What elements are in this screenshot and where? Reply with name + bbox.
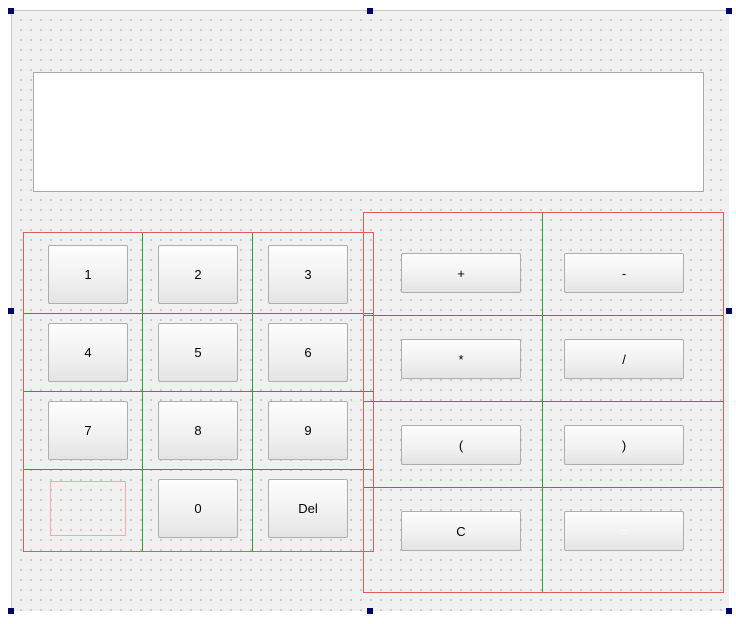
- selection-handle-bottom-right[interactable]: [726, 608, 732, 614]
- digit-7-button[interactable]: 7: [48, 401, 128, 460]
- equals-button[interactable]: =: [564, 511, 684, 551]
- digit-grid-col-divider-1: [142, 233, 143, 551]
- digit-grid-row-divider-1: [24, 313, 373, 314]
- display-field[interactable]: [33, 72, 704, 192]
- selection-handle-bottom-left[interactable]: [8, 608, 14, 614]
- digit-4-button[interactable]: 4: [48, 323, 128, 382]
- open-paren-button[interactable]: (: [401, 425, 521, 465]
- digit-6-button[interactable]: 6: [268, 323, 348, 382]
- operator-grid-row-divider-1: [364, 315, 723, 316]
- empty-cell-spacer: [50, 481, 126, 536]
- selection-handle-middle-right[interactable]: [726, 308, 732, 314]
- digit-grid-row-divider-2: [24, 391, 373, 392]
- digit-grid-col-divider-2: [252, 233, 253, 551]
- digit-2-button[interactable]: 2: [158, 245, 238, 304]
- plus-button[interactable]: +: [401, 253, 521, 293]
- digit-8-button[interactable]: 8: [158, 401, 238, 460]
- selection-handle-middle-left[interactable]: [8, 308, 14, 314]
- clear-button[interactable]: C: [401, 511, 521, 551]
- digit-1-button[interactable]: 1: [48, 245, 128, 304]
- selection-handle-bottom-center[interactable]: [367, 608, 373, 614]
- selection-handle-top-center[interactable]: [367, 8, 373, 14]
- selection-handle-top-left[interactable]: [8, 8, 14, 14]
- operator-grid-row-divider-2: [364, 401, 723, 402]
- digit-grid-row-divider-3: [24, 469, 373, 470]
- minus-button[interactable]: -: [564, 253, 684, 293]
- digit-9-button[interactable]: 9: [268, 401, 348, 460]
- divide-button[interactable]: /: [564, 339, 684, 379]
- digit-3-button[interactable]: 3: [268, 245, 348, 304]
- operator-grid-col-divider: [542, 213, 543, 592]
- operator-grid-row-divider-3: [364, 487, 723, 488]
- selection-handle-top-right[interactable]: [726, 8, 732, 14]
- close-paren-button[interactable]: ): [564, 425, 684, 465]
- multiply-button[interactable]: *: [401, 339, 521, 379]
- delete-button[interactable]: Del: [268, 479, 348, 538]
- digit-5-button[interactable]: 5: [158, 323, 238, 382]
- digit-0-button[interactable]: 0: [158, 479, 238, 538]
